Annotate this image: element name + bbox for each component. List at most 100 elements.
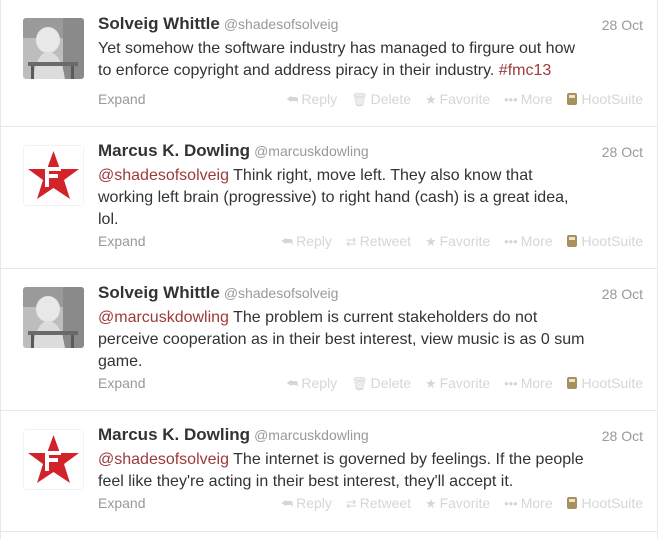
tweet-text-fragment: to enforce copyright and address piracy … [98, 62, 499, 79]
star-icon: ★ [424, 376, 437, 391]
avatar[interactable] [23, 145, 84, 206]
tweet-text: @shadesofsolveig Think right, move left.… [98, 165, 640, 231]
mention-link[interactable]: @shadesofsolveig [98, 451, 229, 468]
tweet-username[interactable]: @shadesofsolveig [224, 285, 339, 301]
tweet-text-line: working left brain (progressive) to righ… [98, 189, 569, 206]
favorite-label: Favorite [439, 495, 491, 511]
more-button[interactable]: ••• More [504, 495, 553, 511]
more-button[interactable]: ••• More [504, 375, 553, 391]
reply-label: Reply [301, 91, 338, 107]
favorite-button[interactable]: ★ Favorite [425, 375, 490, 392]
delete-label: Delete [370, 91, 412, 107]
retweet-icon: ⇄ [345, 234, 357, 249]
reply-label: Reply [301, 375, 338, 391]
reply-button[interactable]: ⮪ Reply [281, 233, 332, 250]
more-button[interactable]: ••• More [504, 233, 553, 249]
more-label: More [520, 233, 553, 249]
tweet-item[interactable]: Marcus K. Dowling @marcuskdowling 28 Oct … [1, 127, 657, 269]
tweet-item[interactable]: Solveig Whittle @shadesofsolveig 28 Oct Y… [1, 0, 657, 127]
tweet-text-line: lol. [98, 211, 119, 228]
avatar[interactable] [23, 287, 84, 348]
expand-link[interactable]: Expand [98, 375, 145, 391]
tweet-footer: Expand ⮪ Reply 🗑 Delete ★ Favorite ••• More … [98, 91, 643, 111]
tweet-text: @shadesofsolveig The internet is governe… [98, 449, 640, 493]
tweet-username[interactable]: @shadesofsolveig [224, 16, 339, 32]
delete-button[interactable]: 🗑 Delete [351, 375, 411, 392]
reply-arrow-icon: ⮪ [286, 376, 299, 391]
reply-arrow-icon: ⮪ [286, 92, 299, 107]
mention-link[interactable]: @marcuskdowling [98, 309, 229, 326]
tweet-timeline: Solveig Whittle @shadesofsolveig 28 Oct Y… [0, 0, 658, 539]
tweet-footer: Expand ⮪ Reply ⇄ Retweet ★ Favorite ••• More… [98, 233, 643, 253]
hootsuite-owl-icon [566, 235, 577, 247]
hootsuite-label: HootSuite [581, 495, 643, 511]
expand-link[interactable]: Expand [98, 233, 145, 249]
ellipsis-icon: ••• [504, 376, 518, 391]
hashtag-link[interactable]: #fmc13 [499, 62, 551, 79]
favorite-label: Favorite [439, 375, 491, 391]
trash-icon: 🗑 [351, 376, 368, 391]
reply-button[interactable]: ⮪ Reply [286, 91, 337, 108]
retweet-button[interactable]: ⇄ Retweet [346, 495, 411, 512]
retweet-button[interactable]: ⇄ Retweet [346, 233, 411, 250]
tweet-text-line: @shadesofsolveig The internet is governe… [98, 449, 640, 471]
tweet-fullname[interactable]: Marcus K. Dowling [98, 141, 250, 160]
more-label: More [520, 375, 553, 391]
tweet-username[interactable]: @marcuskdowling [254, 427, 369, 443]
star-icon: ★ [424, 234, 437, 249]
tweet-text: @marcuskdowling The problem is current s… [98, 307, 640, 373]
tweet-text-line: @shadesofsolveig Think right, move left.… [98, 165, 640, 187]
hootsuite-button[interactable]: HootSuite [566, 375, 643, 391]
tweet-actions: ⮪ Reply ⇄ Retweet ★ Favorite ••• More HootSu… [271, 495, 643, 512]
tweet-header: Solveig Whittle @shadesofsolveig 28 Oct [98, 283, 643, 307]
hootsuite-button[interactable]: HootSuite [566, 495, 643, 511]
tweet-text-fragment: Think right, move left. They also know t… [228, 167, 533, 184]
avatar[interactable] [23, 429, 84, 490]
reply-arrow-icon: ⮪ [281, 234, 294, 249]
favorite-label: Favorite [439, 91, 491, 107]
delete-button[interactable]: 🗑 Delete [351, 91, 411, 108]
reply-label: Reply [296, 233, 332, 249]
expand-link[interactable]: Expand [98, 495, 145, 511]
retweet-label: Retweet [359, 495, 412, 511]
tweet-actions: ⮪ Reply 🗑 Delete ★ Favorite ••• More HootSui… [276, 91, 643, 108]
tweet-text-fragment: The problem is current stakeholders do n… [228, 309, 538, 326]
tweet-timestamp[interactable]: 28 Oct [602, 286, 643, 302]
hootsuite-button[interactable]: HootSuite [566, 233, 643, 249]
tweet-footer: Expand ⮪ Reply 🗑 Delete ★ Favorite ••• More … [98, 375, 643, 395]
reply-button[interactable]: ⮪ Reply [286, 375, 337, 392]
favorite-button[interactable]: ★ Favorite [425, 233, 490, 250]
tweet-actions: ⮪ Reply 🗑 Delete ★ Favorite ••• More HootSui… [276, 375, 643, 392]
tweet-text-fragment: The internet is governed by feelings. If… [228, 451, 584, 468]
favorite-button[interactable]: ★ Favorite [425, 495, 490, 512]
tweet-footer: Expand ⮪ Reply ⇄ Retweet ★ Favorite ••• More… [98, 495, 643, 515]
tweet-username[interactable]: @marcuskdowling [254, 143, 369, 159]
tweet-item[interactable]: Solveig Whittle @shadesofsolveig 28 Oct @… [1, 269, 657, 411]
tweet-text: Yet somehow the software industry has ma… [98, 38, 640, 82]
retweet-icon: ⇄ [345, 496, 357, 511]
tweet-header: Marcus K. Dowling @marcuskdowling 28 Oct [98, 425, 643, 449]
tweet-text-line: perceive cooperation as in their best in… [98, 331, 585, 348]
mention-link[interactable]: @shadesofsolveig [98, 167, 229, 184]
expand-link[interactable]: Expand [98, 91, 145, 107]
tweet-item[interactable]: Marcus K. Dowling @marcuskdowling 28 Oct … [1, 411, 657, 532]
ellipsis-icon: ••• [504, 92, 518, 107]
tweet-fullname[interactable]: Marcus K. Dowling [98, 425, 250, 444]
tweet-fullname[interactable]: Solveig Whittle [98, 14, 220, 33]
more-button[interactable]: ••• More [504, 91, 553, 107]
tweet-timestamp[interactable]: 28 Oct [602, 144, 643, 160]
avatar[interactable] [23, 18, 84, 79]
hootsuite-owl-icon [566, 93, 577, 105]
reply-button[interactable]: ⮪ Reply [281, 495, 332, 512]
favorite-button[interactable]: ★ Favorite [425, 91, 490, 108]
delete-label: Delete [370, 375, 412, 391]
tweet-fullname[interactable]: Solveig Whittle [98, 283, 220, 302]
hootsuite-owl-icon [566, 497, 577, 509]
hootsuite-button[interactable]: HootSuite [566, 91, 643, 107]
star-icon: ★ [424, 92, 437, 107]
hootsuite-label: HootSuite [581, 233, 643, 249]
tweet-timestamp[interactable]: 28 Oct [602, 428, 643, 444]
star-icon: ★ [424, 496, 437, 511]
tweet-text-line: to enforce copyright and address piracy … [98, 60, 640, 82]
tweet-timestamp[interactable]: 28 Oct [602, 17, 643, 33]
